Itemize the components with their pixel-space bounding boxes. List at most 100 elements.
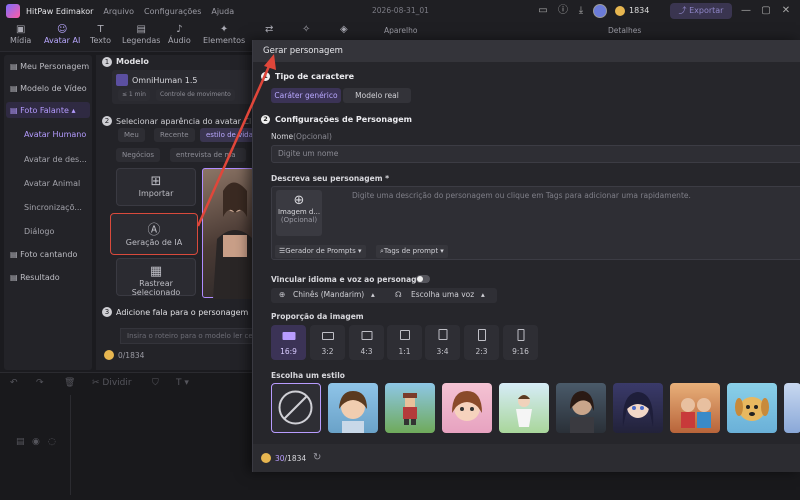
tab-texto[interactable]: T Texto	[90, 24, 111, 45]
voice-dropdown[interactable]: Escolha uma voz	[411, 288, 474, 301]
sidebar-item-foto-cantando[interactable]: ▤ Foto cantando	[10, 250, 77, 259]
filter-meu[interactable]: Meu	[118, 128, 145, 142]
ai-generation-button[interactable]: Ⓐ Geração de IA	[110, 213, 198, 255]
style-realistic[interactable]	[556, 383, 606, 433]
sidebar-item-avatar-desenho[interactable]: Avatar de des...	[24, 155, 87, 164]
tab-midia[interactable]: ▣ Mídia	[10, 24, 31, 45]
style-watercolor[interactable]	[499, 383, 549, 433]
tab-elementos[interactable]: ✦ Elementos	[203, 24, 245, 45]
style-dog[interactable]	[727, 383, 777, 433]
ratio-3-2[interactable]: 3:2	[310, 325, 345, 360]
track-lock-icon[interactable]: ▤	[16, 437, 25, 447]
filter-estilo-de-vida[interactable]: estilo de vida	[200, 128, 254, 142]
menu-configuracoes[interactable]: Configurações	[144, 7, 201, 16]
filter-recente[interactable]: Recente	[154, 128, 195, 142]
user-avatar[interactable]	[593, 4, 607, 18]
text-tool-icon[interactable]: T ▾	[176, 378, 189, 388]
character-type-title: Tipo de caractere	[275, 72, 354, 81]
avatar-photo-thumbnail[interactable]	[202, 168, 254, 299]
option-real-model[interactable]: Modelo real	[343, 88, 411, 103]
model-motion-chip: Controle de movimento	[156, 89, 235, 101]
sidebar-item-resultado[interactable]: ▤ Resultado	[10, 273, 60, 282]
sidebar-item-avatar-animal[interactable]: Avatar Animal	[24, 179, 80, 188]
import-button[interactable]: ⊞ Importar	[116, 168, 196, 206]
elements-icon: ✦	[219, 24, 229, 35]
name-input[interactable]: Digite um nome	[271, 145, 800, 163]
step-2-badge: 2	[102, 116, 112, 126]
style-pixel[interactable]	[385, 383, 435, 433]
media-icon: ▣	[15, 24, 26, 35]
style-cartoon-3d[interactable]	[670, 383, 720, 433]
style-thumbnail	[570, 391, 594, 433]
sidebar-item-modelo-video[interactable]: ▤ Modelo de Vídeo	[10, 84, 87, 93]
sidebar-item-dialogo[interactable]: Diálogo	[24, 227, 54, 236]
chevron-up-icon: ▴	[71, 106, 76, 115]
track-visible-icon[interactable]: ◉	[32, 437, 40, 447]
maximize-icon[interactable]: ▢	[760, 5, 772, 17]
menu-ajuda[interactable]: Ajuda	[211, 7, 234, 16]
ratio-16-9[interactable]: 16:9	[271, 325, 306, 360]
ratio-9-16[interactable]: 9:16	[503, 325, 538, 360]
description-input[interactable]: Digite uma descrição do personagem ou cl…	[352, 191, 800, 200]
style-thumbnail	[622, 392, 654, 427]
shield-icon[interactable]: ⛉	[152, 378, 159, 388]
layout-icon[interactable]: ▭	[537, 5, 549, 17]
language-dropdown[interactable]: Chinês (Mandarim)	[293, 288, 364, 301]
track-selected-button[interactable]: ▦ Rastrear Selecionado	[116, 258, 196, 297]
ratio-4-3[interactable]: 4:3	[349, 325, 384, 360]
delete-icon[interactable]: 🗑	[64, 378, 75, 388]
generate-character-dialog: Gerar personagem 1 Tipo de caractere Car…	[252, 40, 800, 472]
style-3d-girl[interactable]	[442, 383, 492, 433]
split-button[interactable]: ✂ Dividir	[92, 378, 132, 388]
aspect-ratio-label: Proporção da imagem	[271, 312, 364, 321]
style-anime-girl[interactable]	[328, 383, 378, 433]
sidebar-item-meu-personagem[interactable]: ▤ Meu Personagem	[10, 62, 89, 71]
filter-negocios[interactable]: Negócios	[116, 148, 160, 162]
track-mute-icon[interactable]: ◌	[48, 437, 56, 447]
voice-binding-label: Vincular idioma e voz ao personagem	[271, 275, 430, 284]
redo-icon[interactable]: ↷	[36, 378, 44, 388]
style-more[interactable]	[784, 383, 800, 433]
tab-legendas[interactable]: ▤ Legendas	[122, 24, 160, 45]
tab-audio[interactable]: ♪ Áudio	[168, 24, 191, 45]
tab-aparelho[interactable]: Aparelho	[384, 26, 417, 35]
coin-icon	[615, 6, 625, 16]
ratio-2-3[interactable]: 2:3	[464, 325, 499, 360]
close-window-icon[interactable]: ✕	[780, 5, 792, 17]
menu-arquivo[interactable]: Arquivo	[103, 7, 134, 16]
transitions-icon[interactable]: ⇄	[265, 24, 273, 36]
script-input[interactable]: Insira o roteiro para o modelo ler ce	[120, 328, 254, 344]
avatar-photo-image	[213, 182, 253, 299]
coin-balance: 1834	[629, 6, 650, 15]
filter-entrevista[interactable]: entrevista de ma	[170, 148, 246, 162]
sidebar-item-avatar-humano[interactable]: Avatar Humano	[24, 130, 86, 139]
download-icon[interactable]: ⤓	[575, 5, 587, 17]
title-bar: HitPaw Edimakor Arquivo Configurações Aj…	[0, 0, 800, 22]
prompt-generator-dropdown[interactable]: ☰Gerador de Prompts ▾	[275, 245, 366, 258]
effects-icon[interactable]: ✧	[302, 24, 310, 36]
tab-avatar-ai[interactable]: ☺ Avatar AI	[44, 24, 80, 45]
coin-icon	[261, 453, 271, 463]
avatar-ai-icon: ☺	[56, 24, 68, 35]
tab-detalhes[interactable]: Detalhes	[608, 26, 641, 35]
option-generic-character[interactable]: Caráter genérico	[271, 88, 341, 103]
credit-count: 30/1834	[275, 454, 307, 463]
info-icon[interactable]: ⓘ	[557, 5, 569, 17]
minimize-icon[interactable]: —	[740, 5, 752, 17]
refresh-icon[interactable]: ↻	[313, 452, 321, 463]
ratio-3-4[interactable]: 3:4	[425, 325, 460, 360]
ratio-1-1[interactable]: 1:1	[387, 325, 422, 360]
project-name: 2026-08-31_01	[372, 6, 429, 15]
style-anime-dark[interactable]	[613, 383, 663, 433]
style-none[interactable]	[271, 383, 321, 433]
export-button[interactable]: ⤴ Exportar	[670, 3, 732, 19]
sidebar-item-foto-falante[interactable]: ▤ Foto Falante ▴	[10, 106, 75, 115]
voice-binding-toggle[interactable]	[416, 275, 430, 283]
prompt-tags-dropdown[interactable]: ⌕Tags de prompt ▾	[376, 245, 448, 258]
filters-icon[interactable]: ◈	[340, 24, 348, 36]
model-icon	[116, 74, 128, 86]
image-upload-button[interactable]: ⊕ Imagem d... (Opcional)	[276, 190, 322, 236]
sidebar-item-sincronizacao[interactable]: Sincronizaçõ...	[24, 203, 82, 212]
undo-icon[interactable]: ↶	[10, 378, 18, 388]
model-duration-chip: ≤ 1 min	[118, 89, 150, 101]
